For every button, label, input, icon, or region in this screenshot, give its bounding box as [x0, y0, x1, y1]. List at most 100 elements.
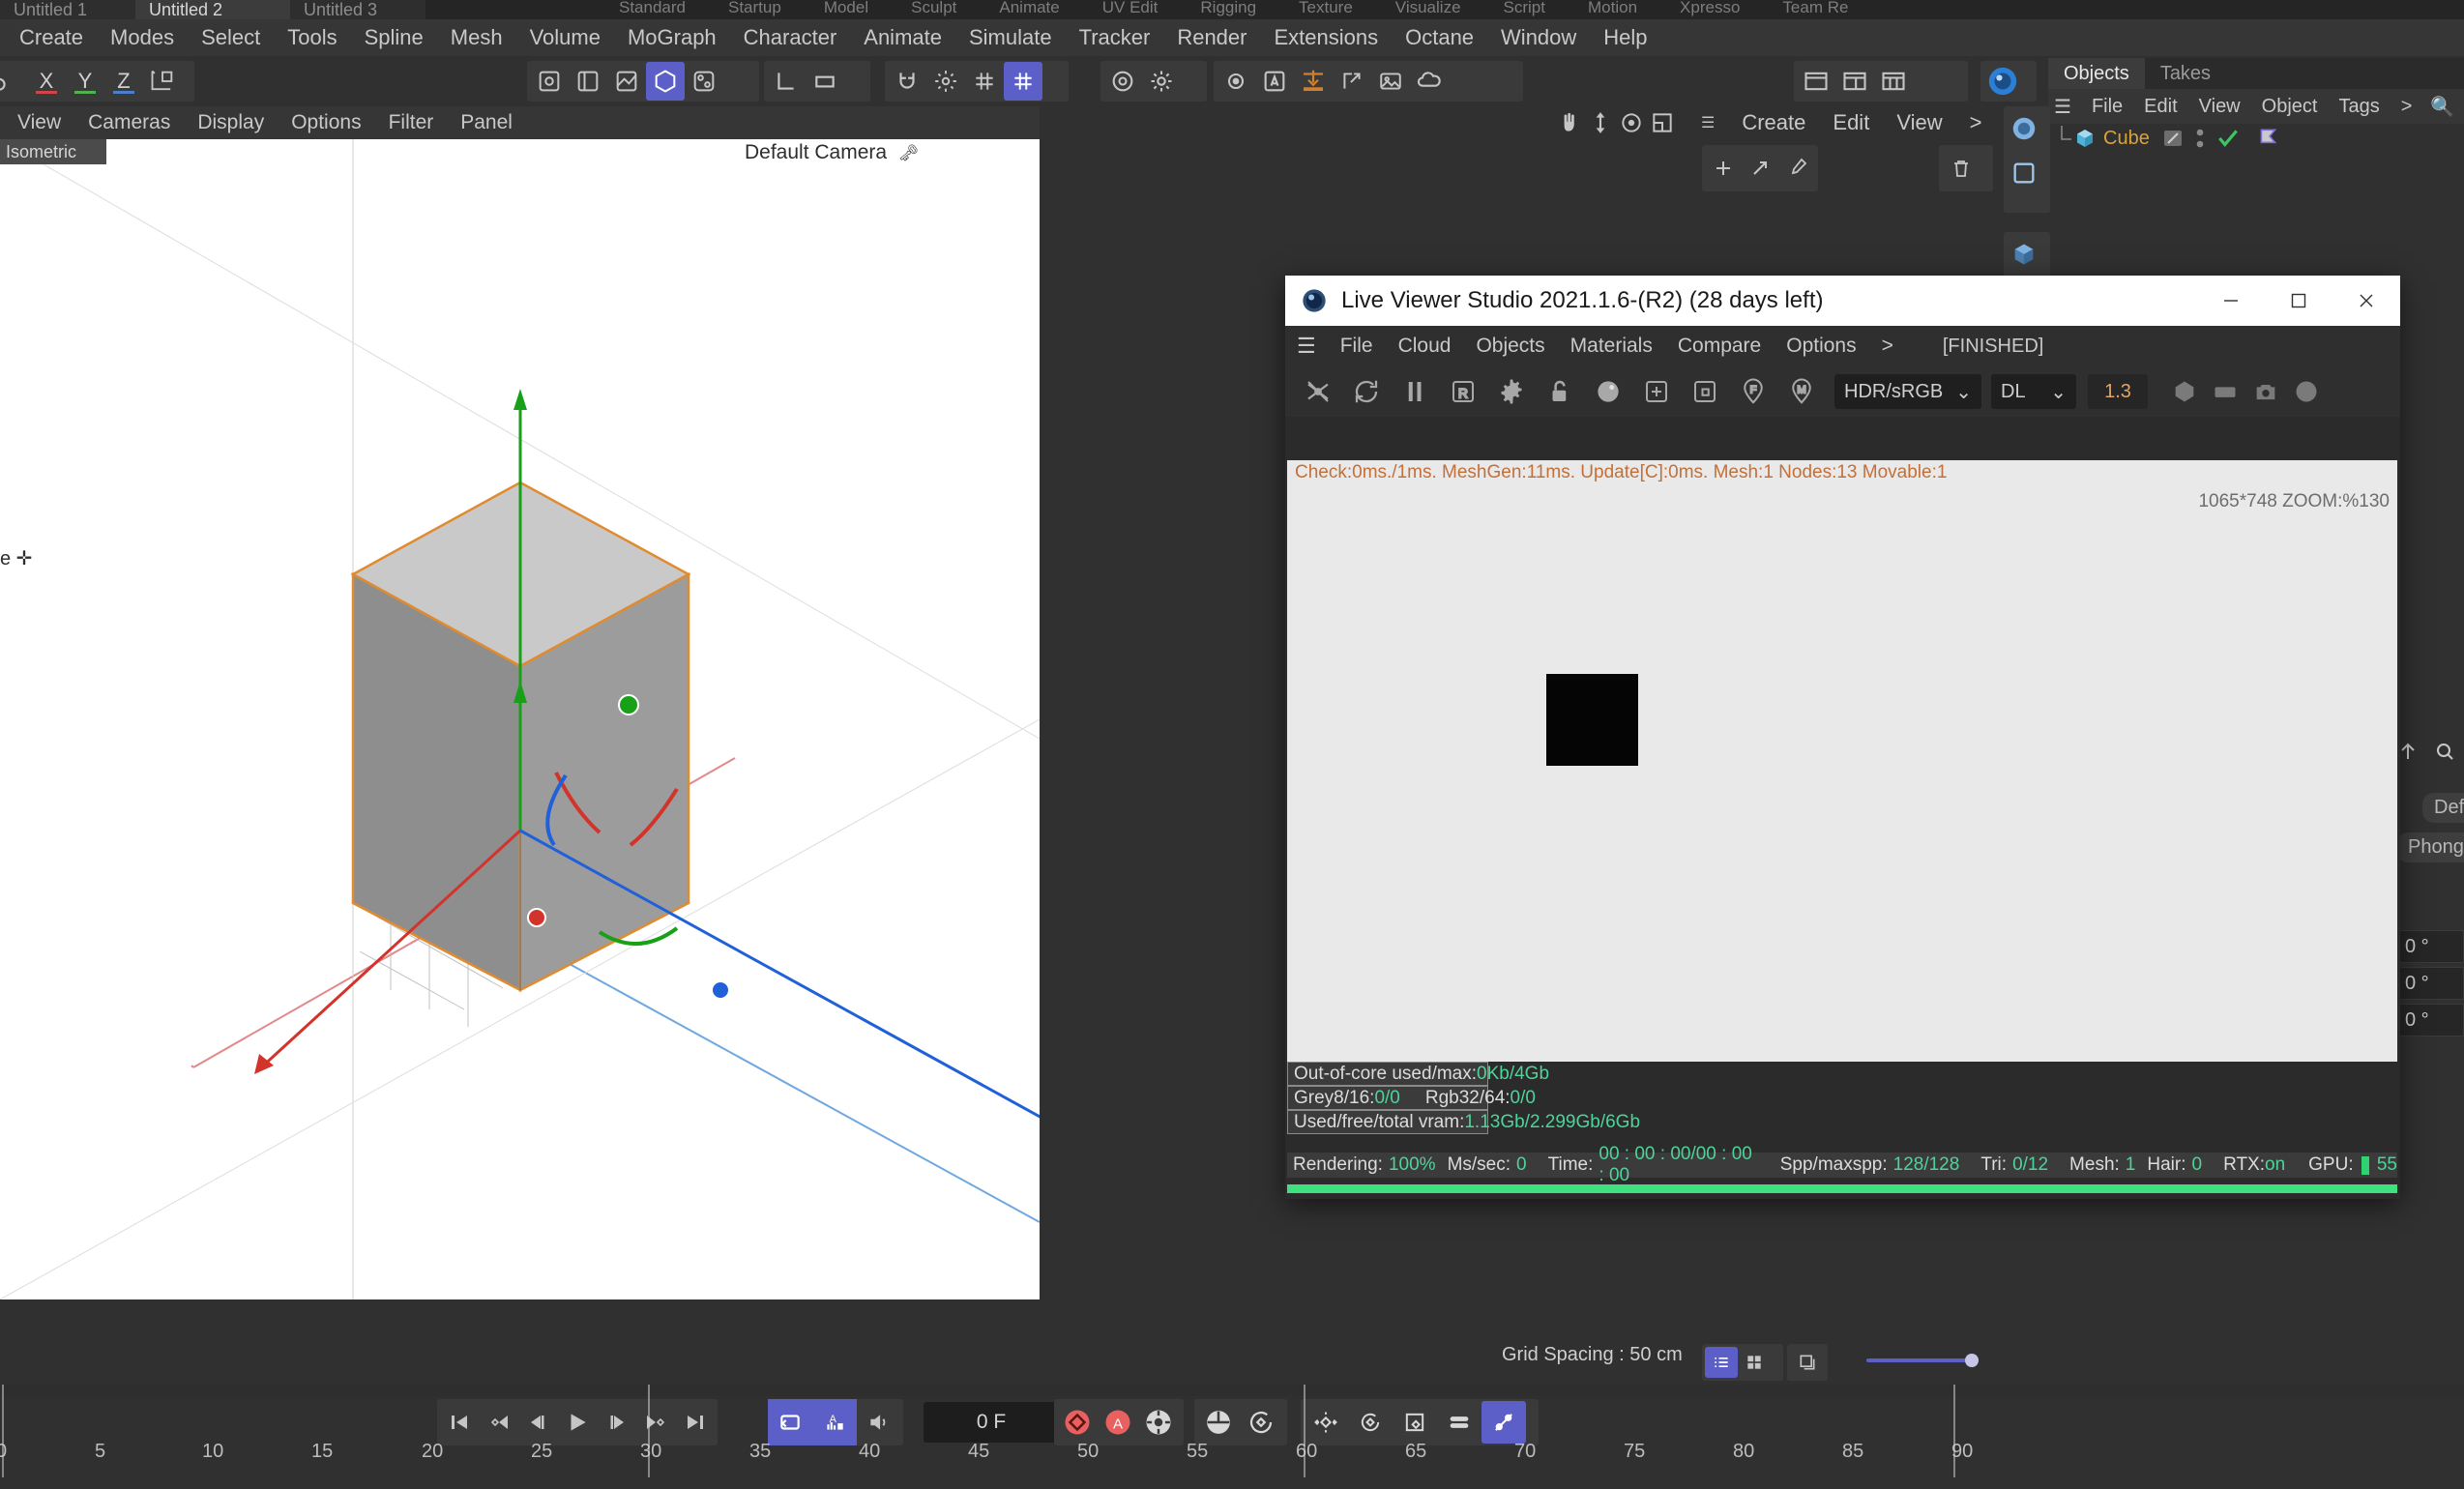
- add-material-icon[interactable]: [1705, 149, 1742, 188]
- pause-render-icon[interactable]: [1392, 369, 1438, 414]
- menu-character[interactable]: Character: [730, 21, 851, 54]
- next-key-icon[interactable]: [637, 1402, 676, 1443]
- scale-key-icon[interactable]: [1393, 1401, 1437, 1444]
- object-tag-icon[interactable]: [2161, 127, 2185, 150]
- menu-window[interactable]: Window: [1487, 21, 1590, 54]
- render-settings-icon[interactable]: [1142, 62, 1181, 101]
- render-mode-select[interactable]: DL ⌄: [1991, 374, 2076, 409]
- layout-tab-startup[interactable]: Startup: [728, 0, 781, 17]
- workplane-snap-icon[interactable]: [1004, 62, 1042, 101]
- lv-menu-file[interactable]: File: [1328, 330, 1386, 363]
- check-icon[interactable]: [2215, 126, 2241, 151]
- loop-icon[interactable]: [768, 1399, 812, 1445]
- attribute-shading-pill[interactable]: Phong: [2396, 832, 2464, 862]
- layout-tab-teamrender[interactable]: Team Re: [1782, 0, 1848, 17]
- dolly-icon[interactable]: [1588, 110, 1613, 135]
- material-picker-icon[interactable]: M: [1778, 369, 1825, 414]
- om-menu-file[interactable]: File: [2081, 90, 2133, 123]
- go-to-start-icon[interactable]: [440, 1402, 479, 1443]
- export-icon[interactable]: [1333, 62, 1371, 101]
- image-icon[interactable]: [1371, 62, 1410, 101]
- keyframe-settings-icon[interactable]: [1138, 1401, 1179, 1444]
- menu-tools[interactable]: Tools: [274, 21, 350, 54]
- hamburger-icon[interactable]: ☰: [1297, 334, 1316, 359]
- timeline-playhead[interactable]: [2, 1385, 4, 1477]
- autokey-audio-icon[interactable]: A: [812, 1399, 857, 1445]
- material-menu-edit[interactable]: Edit: [1819, 106, 1883, 139]
- maximize-icon[interactable]: [2265, 276, 2332, 326]
- layout-tab-model[interactable]: Model: [824, 0, 868, 17]
- viewport-menu-options[interactable]: Options: [278, 106, 374, 139]
- preview-size-slider[interactable]: [1866, 1358, 1973, 1362]
- next-frame-icon[interactable]: [599, 1402, 637, 1443]
- axis-y-button[interactable]: Y: [66, 62, 104, 101]
- tab-objects[interactable]: Objects: [2048, 58, 2145, 89]
- list-view-icon[interactable]: [1705, 1347, 1738, 1378]
- mouse-icon[interactable]: [1197, 1401, 1240, 1444]
- sphere-icon[interactable]: [2293, 378, 2320, 405]
- preview-size-slider-knob[interactable]: [1965, 1354, 1979, 1367]
- text-object-icon[interactable]: [1255, 62, 1294, 101]
- cylinder-primitive-icon[interactable]: [569, 62, 607, 101]
- render-canvas[interactable]: Check:0ms./1ms. MeshGen:11ms. Update[C]:…: [1287, 460, 2397, 1062]
- menu-animate[interactable]: Animate: [850, 21, 955, 54]
- table-row[interactable]: Cube: [2048, 124, 2464, 153]
- viewport-menu-panel[interactable]: Panel: [447, 106, 526, 139]
- material-sphere-icon[interactable]: [1585, 369, 1631, 414]
- apply-material-icon[interactable]: [1742, 149, 1778, 188]
- layout-tab-rigging[interactable]: Rigging: [1200, 0, 1256, 17]
- add-node-icon[interactable]: [1633, 369, 1680, 414]
- region-render-icon[interactable]: R: [1440, 369, 1486, 414]
- live-viewer-titlebar[interactable]: Live Viewer Studio 2021.1.6-(R2) (28 day…: [1285, 276, 2400, 326]
- menu-modes[interactable]: Modes: [97, 21, 188, 54]
- menu-mesh[interactable]: Mesh: [437, 21, 516, 54]
- layout-3-icon[interactable]: [1874, 62, 1913, 101]
- layout-tab-uvedit[interactable]: UV Edit: [1102, 0, 1159, 17]
- layout-tab-texture[interactable]: Texture: [1299, 0, 1353, 17]
- deformer-icon[interactable]: [685, 62, 723, 101]
- material-menu-more[interactable]: >: [1956, 106, 1996, 139]
- camera-icon[interactable]: [2252, 378, 2279, 405]
- document-tab-0[interactable]: Untitled 1: [0, 0, 135, 19]
- object-pick-icon[interactable]: [2171, 378, 2198, 405]
- go-to-end-icon[interactable]: [676, 1402, 715, 1443]
- sound-icon[interactable]: [857, 1399, 901, 1445]
- layout-tab-motion[interactable]: Motion: [1588, 0, 1637, 17]
- grid-snap-icon[interactable]: [965, 62, 1004, 101]
- rotation-p-field[interactable]: 0 °: [2396, 967, 2464, 1000]
- world-object-coordinates-icon[interactable]: [143, 62, 182, 101]
- om-menu-edit[interactable]: Edit: [2133, 90, 2187, 123]
- rotation-h-field[interactable]: 0 °: [2396, 930, 2464, 963]
- menu-simulate[interactable]: Simulate: [955, 21, 1066, 54]
- lv-menu-compare[interactable]: Compare: [1665, 330, 1774, 363]
- viewport-menu-view[interactable]: View: [4, 106, 74, 139]
- light-object-icon[interactable]: [1217, 62, 1255, 101]
- cube-primitive-icon[interactable]: [530, 62, 569, 101]
- layer-flag-icon[interactable]: [2256, 126, 2281, 151]
- stop-render-icon[interactable]: [1295, 369, 1341, 414]
- spline-pen-icon[interactable]: [607, 62, 646, 101]
- focus-picker-icon[interactable]: F: [1730, 369, 1776, 414]
- object-name[interactable]: Cube: [2103, 128, 2150, 150]
- menu-mograph[interactable]: MoGraph: [614, 21, 730, 54]
- previous-frame-icon[interactable]: [517, 1402, 556, 1443]
- undo-icon[interactable]: [0, 62, 16, 101]
- parameter-key-icon[interactable]: [1437, 1401, 1481, 1444]
- camera-lock-icon[interactable]: 🗝: [898, 144, 920, 162]
- om-menu-object[interactable]: Object: [2251, 90, 2329, 123]
- layout-tab-visualize[interactable]: Visualize: [1395, 0, 1461, 17]
- material-menu-create[interactable]: Create: [1728, 106, 1819, 139]
- pick-region-icon[interactable]: [1682, 369, 1728, 414]
- octane-live-viewer-icon[interactable]: [1294, 62, 1333, 101]
- maximize-viewport-icon[interactable]: [1650, 110, 1675, 135]
- rotate-selected-icon[interactable]: [1240, 1401, 1282, 1444]
- previous-key-icon[interactable]: [479, 1402, 517, 1443]
- position-key-icon[interactable]: [1304, 1401, 1348, 1444]
- om-menu-more[interactable]: >: [2391, 90, 2423, 123]
- minimize-icon[interactable]: [2197, 276, 2265, 326]
- eyedropper-icon[interactable]: [1778, 149, 1815, 188]
- lock-icon[interactable]: [1537, 369, 1583, 414]
- render-view-icon[interactable]: [1103, 62, 1142, 101]
- render-square-icon[interactable]: [2004, 151, 2044, 195]
- viewport-menu-display[interactable]: Display: [184, 106, 278, 139]
